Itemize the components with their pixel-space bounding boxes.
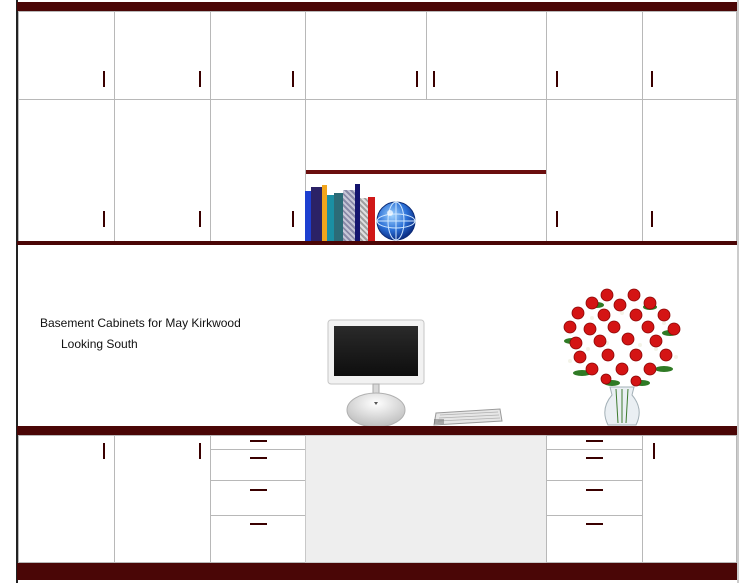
upper-door-6[interactable] bbox=[546, 11, 643, 100]
door-handle bbox=[103, 71, 105, 87]
imac-computer-icon bbox=[327, 319, 425, 428]
mid-door-5[interactable] bbox=[642, 99, 737, 243]
base-door-3[interactable] bbox=[642, 435, 737, 563]
upper-door-2[interactable] bbox=[114, 11, 211, 100]
door-handle bbox=[556, 211, 558, 227]
keyboard-icon bbox=[433, 408, 503, 426]
upper-door-5[interactable] bbox=[426, 11, 547, 100]
door-handle bbox=[651, 71, 653, 87]
drawer-pull bbox=[586, 440, 603, 442]
drawer-right-2[interactable] bbox=[546, 449, 643, 481]
upper-cabinet-base-trim bbox=[17, 241, 737, 245]
knee-space-opening bbox=[305, 435, 547, 563]
door-handle bbox=[199, 443, 201, 459]
door-handle bbox=[556, 71, 558, 87]
drawer-left-2[interactable] bbox=[210, 449, 306, 481]
open-shelf bbox=[306, 170, 546, 174]
drawer-pull bbox=[250, 489, 267, 491]
drawer-pull bbox=[250, 457, 267, 459]
upper-door-7[interactable] bbox=[642, 11, 737, 100]
drawer-right-3[interactable] bbox=[546, 480, 643, 516]
drawer-pull bbox=[250, 440, 267, 442]
books-icon bbox=[305, 184, 377, 243]
drawer-pull bbox=[586, 457, 603, 459]
door-handle bbox=[103, 211, 105, 227]
drawer-pull bbox=[250, 523, 267, 525]
rose-vase-icon bbox=[563, 288, 681, 426]
door-handle bbox=[651, 211, 653, 227]
drawer-pull bbox=[586, 523, 603, 525]
base-door-1[interactable] bbox=[18, 435, 115, 563]
mid-door-4[interactable] bbox=[546, 99, 643, 243]
upper-door-1[interactable] bbox=[18, 11, 115, 100]
drawer-pull bbox=[586, 489, 603, 491]
base-door-2[interactable] bbox=[114, 435, 211, 563]
upper-door-4[interactable] bbox=[305, 11, 427, 100]
door-handle bbox=[433, 71, 435, 87]
countertop bbox=[17, 426, 737, 435]
top-trim bbox=[17, 2, 737, 11]
door-handle bbox=[199, 211, 201, 227]
door-handle bbox=[199, 71, 201, 87]
mid-door-2[interactable] bbox=[114, 99, 211, 243]
toe-kick bbox=[17, 563, 737, 580]
drawer-left-1[interactable] bbox=[210, 435, 306, 450]
drawing-title: Basement Cabinets for May Kirkwood bbox=[40, 316, 241, 330]
drawer-right-1[interactable] bbox=[546, 435, 643, 450]
frame-right-edge bbox=[737, 0, 739, 583]
globe-icon bbox=[376, 201, 416, 241]
mid-door-1[interactable] bbox=[18, 99, 115, 243]
drawing-subtitle: Looking South bbox=[61, 337, 138, 351]
door-handle bbox=[292, 71, 294, 87]
door-handle bbox=[653, 443, 655, 459]
door-handle bbox=[103, 443, 105, 459]
door-handle bbox=[416, 71, 418, 87]
door-handle bbox=[292, 211, 294, 227]
drawer-left-3[interactable] bbox=[210, 480, 306, 516]
